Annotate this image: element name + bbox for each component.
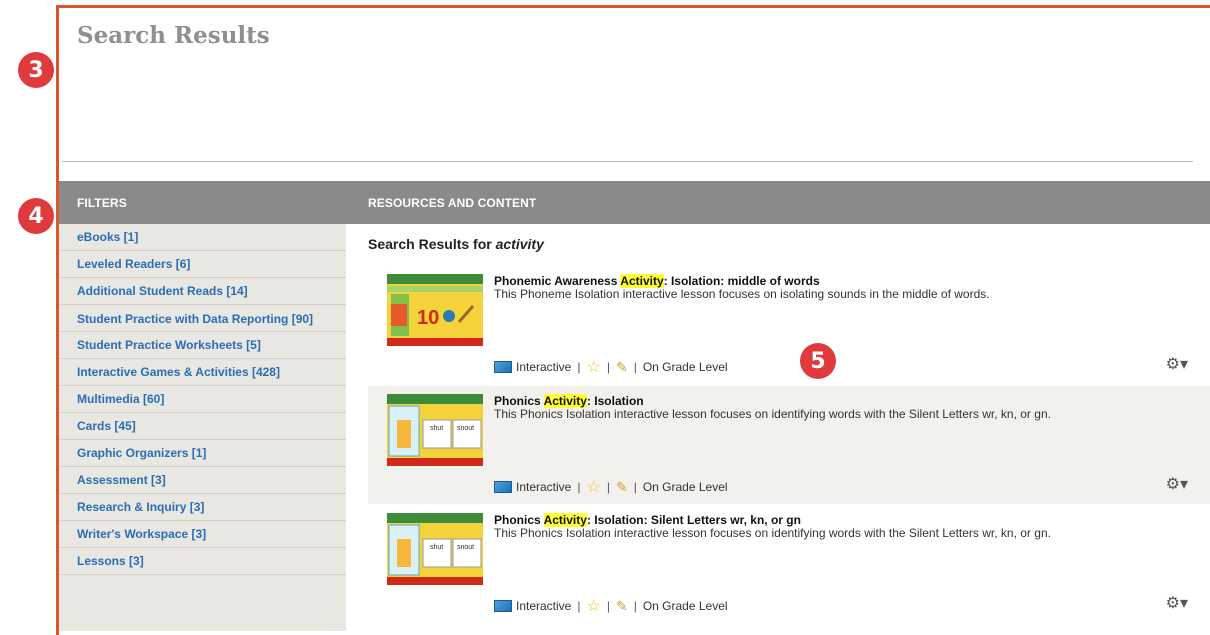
edit-pencil-icon[interactable]: ✎ (616, 598, 628, 615)
filter-additional-student-reads[interactable]: Additional Student Reads [14] (59, 278, 346, 305)
filter-multimedia[interactable]: Multimedia [60] (59, 386, 346, 413)
filter-research-inquiry[interactable]: Research & Inquiry [3] (59, 494, 346, 521)
result-thumbnail[interactable]: shut snout (387, 513, 483, 585)
callout-badge-4: 4 (18, 198, 54, 234)
filter-assessment[interactable]: Assessment [3] (59, 467, 346, 494)
favorite-star-icon[interactable]: ☆ (586, 477, 600, 497)
result-description: This Phonics Isolation interactive lesso… (494, 407, 1051, 421)
favorite-star-icon[interactable]: ☆ (586, 596, 600, 616)
interactive-icon (494, 361, 512, 373)
resource-type: Interactive (516, 480, 572, 494)
filter-cards[interactable]: Cards [45] (59, 413, 346, 440)
callout-badge-5: 5 (800, 343, 836, 379)
filter-student-practice-worksheets[interactable]: Student Practice Worksheets [5] (59, 332, 346, 359)
result-title[interactable]: Phonemic Awareness Activity: Isolation: … (494, 274, 820, 288)
result-item: shut snout Phonics Activity: Isolation: … (368, 505, 1210, 623)
search-highlight: Activity (543, 394, 587, 408)
result-item: 10 Phonemic Awareness Activity: Isolatio… (368, 266, 1210, 384)
favorite-star-icon[interactable]: ☆ (586, 357, 600, 377)
interactive-icon (494, 600, 512, 612)
search-results-label: Search Results for activity (368, 236, 544, 252)
result-description: This Phonics Isolation interactive lesso… (494, 526, 1051, 540)
search-label: Search Results for (368, 236, 492, 252)
edit-pencil-icon[interactable]: ✎ (616, 479, 628, 496)
filter-ebooks[interactable]: eBooks [1] (59, 224, 346, 251)
grade-level: On Grade Level (642, 360, 728, 374)
search-highlight: Activity (543, 513, 587, 527)
settings-gear-icon[interactable]: ⚙▾ (1166, 593, 1188, 613)
thumbnail-number: 10 (417, 307, 439, 329)
search-term: activity (495, 236, 544, 252)
edit-pencil-icon[interactable]: ✎ (616, 359, 628, 376)
filter-list: eBooks [1] Leveled Readers [6] Additiona… (59, 224, 346, 575)
settings-gear-icon[interactable]: ⚙▾ (1166, 474, 1188, 494)
settings-gear-icon[interactable]: ⚙▾ (1166, 354, 1188, 374)
result-item: shut snout Phonics Activity: Isolation T… (368, 386, 1210, 504)
filter-leveled-readers[interactable]: Leveled Readers [6] (59, 251, 346, 278)
result-thumbnail[interactable]: 10 (387, 274, 483, 346)
filter-interactive-games[interactable]: Interactive Games & Activities [428] (59, 359, 346, 386)
page-title: Search Results (77, 22, 270, 49)
filters-panel: FILTERS eBooks [1] Leveled Readers [6] A… (59, 181, 346, 631)
search-highlight: Activity (620, 274, 664, 288)
filter-lessons[interactable]: Lessons [3] (59, 548, 346, 575)
result-title[interactable]: Phonics Activity: Isolation: Silent Lett… (494, 513, 801, 527)
svg-text:shut: shut (430, 425, 443, 432)
result-meta: Interactive | ☆ | ✎ | On Grade Level (494, 596, 728, 616)
svg-text:snout: snout (457, 425, 474, 432)
grade-level: On Grade Level (642, 599, 728, 613)
results-panel: RESOURCES AND CONTENT Search Results for… (346, 181, 1210, 631)
filter-student-practice-data[interactable]: Student Practice with Data Reporting [90… (59, 305, 346, 332)
callout-badge-3: 3 (18, 52, 54, 88)
title-divider (62, 161, 1193, 162)
result-description: This Phoneme Isolation interactive lesso… (494, 287, 990, 301)
result-thumbnail[interactable]: shut snout (387, 394, 483, 466)
results-header: RESOURCES AND CONTENT (346, 181, 1210, 224)
grade-level: On Grade Level (642, 480, 728, 494)
svg-text:shut: shut (430, 544, 443, 551)
filter-graphic-organizers[interactable]: Graphic Organizers [1] (59, 440, 346, 467)
resource-type: Interactive (516, 599, 572, 613)
result-title[interactable]: Phonics Activity: Isolation (494, 394, 644, 408)
resource-type: Interactive (516, 360, 572, 374)
svg-text:snout: snout (457, 544, 474, 551)
result-meta: Interactive | ☆ | ✎ | On Grade Level (494, 357, 728, 377)
filter-writers-workspace[interactable]: Writer's Workspace [3] (59, 521, 346, 548)
interactive-icon (494, 481, 512, 493)
filters-header: FILTERS (59, 181, 346, 224)
result-meta: Interactive | ☆ | ✎ | On Grade Level (494, 477, 728, 497)
